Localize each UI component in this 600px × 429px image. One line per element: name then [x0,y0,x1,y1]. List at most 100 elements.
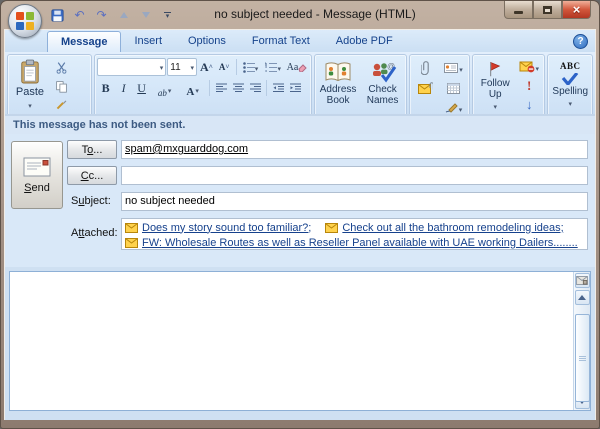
business-card-button[interactable] [440,58,467,77]
attachments-field[interactable]: Does my story sound too familiar?; Check… [121,218,588,250]
help-button[interactable]: ? [573,34,588,49]
attach-file-button[interactable] [412,58,439,77]
font-color-caret [195,80,199,98]
maximize-button[interactable] [533,1,562,19]
cut-button[interactable] [50,59,72,76]
font-size-select[interactable]: 11 [167,58,197,76]
spelling-button[interactable]: ABC Spelling [550,57,590,113]
business-card-caret [459,59,463,77]
follow-up-flag-icon [485,61,505,77]
cc-field[interactable] [121,166,588,185]
align-right-button[interactable] [247,79,263,97]
titlebar[interactable]: ↶ ↷ no subject needed - Message (HTML) × [1,1,599,29]
message-body-editor[interactable] [10,272,573,410]
attach-item-button[interactable] [412,78,439,97]
font-size-caret [190,62,194,73]
scrollbar-thumb[interactable] [575,314,590,402]
grow-font-button[interactable]: A˄ [198,58,215,76]
clear-formatting-button[interactable]: Aa [285,58,309,76]
font-family-caret [160,62,164,73]
attach-item-icon [418,82,433,94]
office-logo-icon [16,12,34,30]
tab-format-text[interactable]: Format Text [239,31,323,52]
underline-button[interactable]: U [133,79,150,97]
copy-button[interactable] [50,78,72,95]
permission-button[interactable] [516,58,542,76]
mail-attachment-icon [125,223,138,233]
numbering-button[interactable] [262,58,284,76]
paperclip-icon [421,60,430,75]
address-book-button[interactable]: Address Book [317,57,360,113]
send-envelope-icon [23,157,51,177]
window-content: Message Insert Options Format Text Adobe… [4,29,596,420]
paste-button[interactable]: Paste [10,57,50,113]
high-importance-button[interactable]: ! [516,77,542,95]
cc-button[interactable]: Cc... [67,166,117,185]
shrink-font-button[interactable]: A˅ [216,58,233,76]
save-button[interactable] [49,7,66,24]
decrease-indent-button[interactable] [270,79,286,97]
format-painter-icon [55,98,68,111]
font-color-button[interactable]: A [179,79,206,97]
scroll-up-button[interactable] [575,290,590,305]
bullets-button[interactable] [240,58,262,76]
font-family-select[interactable] [97,58,166,76]
numbering-caret [277,58,281,76]
tab-message[interactable]: Message [47,31,121,52]
numbering-icon [265,62,277,73]
check-names-icon: @ [369,61,397,83]
mail-attachment-icon [125,238,138,248]
info-bar: This message has not been sent. [5,114,595,134]
align-left-button[interactable] [213,79,229,97]
ribbon-tab-bar: Message Insert Options Format Text Adobe… [5,30,595,52]
attachment-link[interactable]: Does my story sound too familiar?; [125,220,311,235]
scrollbar-grip [579,355,586,362]
undo-button[interactable]: ↶ [71,7,88,24]
paste-icon [19,59,41,85]
bold-button[interactable]: B [97,79,114,97]
to-field[interactable]: spam@mxguarddog.com [121,140,588,159]
scrollbar-track[interactable] [575,306,590,393]
mail-attachment-icon [325,223,338,233]
align-right-icon [250,83,261,93]
bullets-caret [255,58,259,76]
minimize-button[interactable] [504,1,533,19]
vertical-scrollbar [573,272,590,410]
low-importance-button[interactable]: ↓ [516,96,542,113]
increase-indent-button[interactable] [287,79,303,97]
save-icon [51,9,64,22]
tab-insert[interactable]: Insert [121,31,175,52]
office-button[interactable] [8,4,42,38]
tab-adobe-pdf[interactable]: Adobe PDF [323,31,406,52]
to-button-label: To... [82,144,103,156]
italic-button[interactable]: I [115,79,132,97]
follow-up-button[interactable]: Follow Up [475,57,515,113]
send-button[interactable]: Send [11,141,63,209]
format-painter-button[interactable] [50,96,72,113]
tab-options[interactable]: Options [175,31,239,52]
close-button[interactable]: × [562,1,591,19]
attached-label: Attached: [67,224,119,243]
previous-item-button[interactable] [115,7,132,24]
body-corner-button[interactable] [575,273,590,288]
attachment-link[interactable]: FW: Wholesale Routes as well as Reseller… [125,235,578,250]
copy-icon [55,80,68,93]
to-recipient[interactable]: spam@mxguarddog.com [125,143,248,155]
message-window: ↶ ↷ no subject needed - Message (HTML) ×… [0,0,600,429]
check-names-button[interactable]: @ Check Names [361,57,404,113]
increase-indent-icon [290,83,301,93]
highlight-button[interactable]: ab [151,79,178,97]
message-body-area [9,271,591,411]
cut-icon [55,61,68,74]
to-button[interactable]: To... [67,140,117,159]
align-center-button[interactable] [230,79,246,97]
attachment-link[interactable]: Check out all the bathroom remodeling id… [325,220,563,235]
subject-field[interactable]: no subject needed [121,192,588,211]
calendar-button[interactable] [440,78,467,97]
redo-button[interactable]: ↷ [93,7,110,24]
undo-icon: ↶ [74,9,84,21]
calendar-icon [447,82,460,94]
subject-label: Subject: [67,192,119,211]
permission-caret [535,58,539,76]
align-center-icon [233,83,244,93]
